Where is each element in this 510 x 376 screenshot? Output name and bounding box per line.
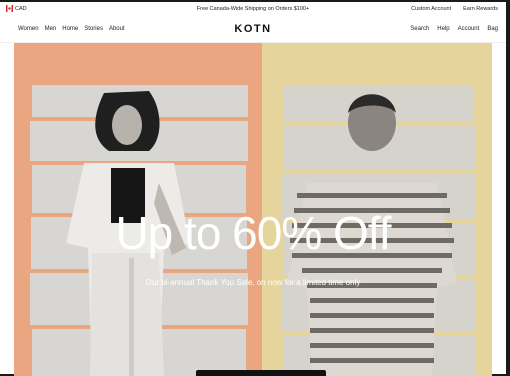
hero-headline: Up to 60% Off — [115, 207, 391, 259]
nav-item-search[interactable]: Search — [410, 26, 429, 32]
nav-item-help[interactable]: Help — [437, 26, 449, 32]
earn-rewards-link[interactable]: Earn Rewards — [463, 6, 498, 12]
shop-now-button[interactable] — [196, 370, 326, 376]
nav-item-bag[interactable]: Bag — [487, 26, 498, 32]
custom-account-link[interactable]: Custom Account — [411, 6, 451, 12]
nav-item-account[interactable]: Account — [458, 26, 480, 32]
window-frame-right — [506, 0, 510, 376]
announcement-links: Custom Account Earn Rewards — [411, 6, 498, 12]
hero-subheadline: Our bi-annual Thank You Sale, on now for… — [145, 278, 361, 287]
main-navigation: Women Men Home Stories About KOTN Search… — [0, 16, 506, 43]
nav-right-menu: Search Help Account Bag — [410, 26, 498, 32]
announcement-bar: CAD Free Canada-Wide Shipping on Orders … — [0, 2, 506, 16]
